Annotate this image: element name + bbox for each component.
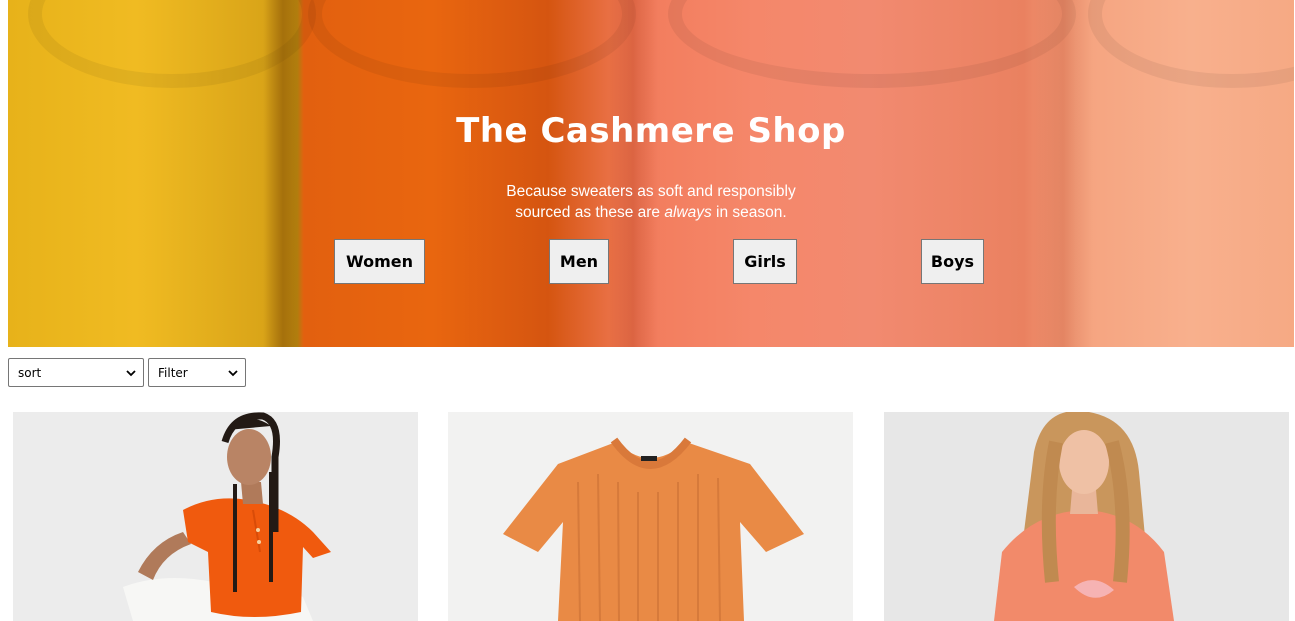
chevron-down-icon [126, 370, 136, 377]
hero-title: The Cashmere Shop [456, 111, 846, 151]
subtitle-text: sourced as these are [515, 204, 665, 221]
product-card[interactable] [448, 412, 853, 621]
filter-select-value: Filter [158, 365, 188, 380]
women-button[interactable]: Women [334, 239, 425, 284]
sort-select-value: sort [18, 365, 42, 380]
product-card[interactable] [884, 412, 1289, 621]
filter-select[interactable]: Filter [148, 358, 246, 387]
peach-sweater-collar [1088, 0, 1294, 88]
product-image-orange-ribbed-tee [503, 437, 804, 621]
hero-subtitle: Because sweaters as soft and responsibly… [0, 181, 1295, 223]
boys-button[interactable]: Boys [921, 239, 984, 284]
chevron-down-icon [228, 370, 238, 377]
hero-subtitle-line1: Because sweaters as soft and responsibly [506, 183, 796, 200]
sweater-fold [608, 0, 658, 347]
sweater-fold [263, 0, 303, 347]
orange-sweater-collar [308, 0, 636, 88]
sort-select[interactable]: sort [8, 358, 144, 387]
hero-subtitle-line2: sourced as these are always in season. [515, 204, 786, 221]
product-image-model-orange-polo [123, 412, 331, 621]
sweater-fold [1033, 0, 1093, 347]
men-button[interactable]: Men [549, 239, 609, 284]
girls-button[interactable]: Girls [733, 239, 797, 284]
subtitle-text: in season. [711, 204, 787, 221]
subtitle-emphasis: always [664, 204, 712, 221]
hero-banner [8, 0, 1294, 347]
coral-sweater-collar [668, 0, 1076, 88]
product-card[interactable] [13, 412, 418, 621]
product-image-model-coral-crewneck [994, 412, 1174, 621]
